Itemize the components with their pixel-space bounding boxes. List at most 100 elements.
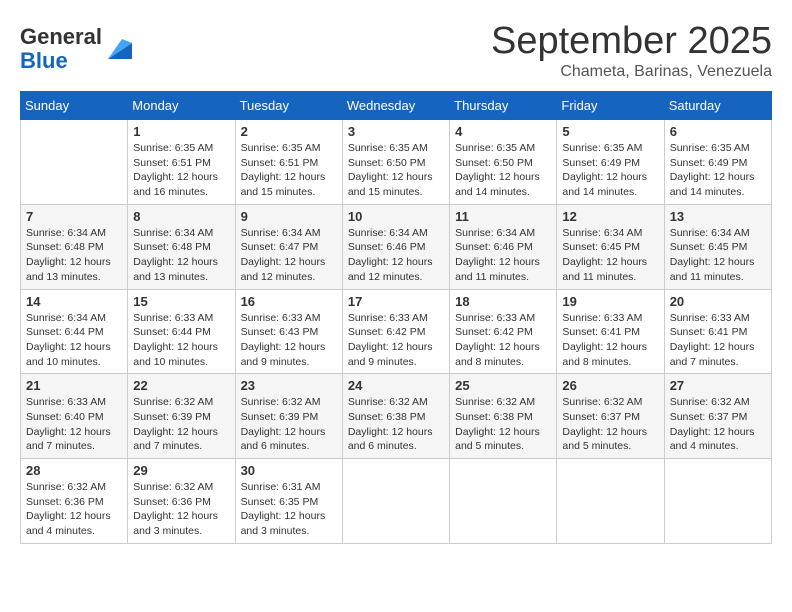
cell-info: Sunrise: 6:34 AMSunset: 6:45 PMDaylight:… xyxy=(670,226,766,285)
weekday-header-thursday: Thursday xyxy=(450,92,557,120)
cell-info: Sunrise: 6:33 AMSunset: 6:42 PMDaylight:… xyxy=(348,311,444,370)
logo-general-text: General xyxy=(20,24,102,49)
calendar-cell: 30 Sunrise: 6:31 AMSunset: 6:35 PMDayligh… xyxy=(235,459,342,544)
day-number: 23 xyxy=(241,378,337,393)
calendar-cell: 11Sunrise: 6:34 AMSunset: 6:46 PMDayligh… xyxy=(450,204,557,289)
calendar-cell: 22 Sunrise: 6:32 AMSunset: 6:39 PMDayligh… xyxy=(128,374,235,459)
cell-info: Sunrise: 6:32 AMSunset: 6:38 PMDaylight:… xyxy=(455,395,551,454)
day-number: 15 xyxy=(133,294,229,309)
weekday-header-wednesday: Wednesday xyxy=(342,92,449,120)
cell-info: Sunrise: 6:32 AMSunset: 6:39 PMDaylight:… xyxy=(241,395,337,454)
calendar-cell xyxy=(664,459,771,544)
cell-info: Sunrise: 6:32 AMSunset: 6:39 PMDaylight:… xyxy=(133,395,229,454)
calendar-cell: 17Sunrise: 6:33 AMSunset: 6:42 PMDayligh… xyxy=(342,289,449,374)
day-number: 1 xyxy=(133,124,229,139)
day-number: 28 xyxy=(26,463,122,478)
cell-info: Sunrise: 6:33 AMSunset: 6:42 PMDaylight:… xyxy=(455,311,551,370)
calendar-cell: 3 Sunrise: 6:35 AMSunset: 6:50 PMDaylight… xyxy=(342,120,449,205)
cell-info: Sunrise: 6:33 AMSunset: 6:40 PMDaylight:… xyxy=(26,395,122,454)
calendar-cell: 12 Sunrise: 6:34 AMSunset: 6:45 PMDayligh… xyxy=(557,204,664,289)
page-header: General Blue September 2025 Chameta, Bar… xyxy=(20,20,772,81)
logo: General Blue xyxy=(20,25,132,73)
day-number: 19 xyxy=(562,294,658,309)
calendar-week-row: 7 Sunrise: 6:34 AMSunset: 6:48 PMDaylight… xyxy=(21,204,772,289)
day-number: 25 xyxy=(455,378,551,393)
weekday-header-tuesday: Tuesday xyxy=(235,92,342,120)
cell-info: Sunrise: 6:32 AMSunset: 6:36 PMDaylight:… xyxy=(133,480,229,539)
day-number: 9 xyxy=(241,209,337,224)
calendar-cell: 10 Sunrise: 6:34 AMSunset: 6:46 PMDayligh… xyxy=(342,204,449,289)
calendar-cell: 8 Sunrise: 6:34 AMSunset: 6:48 PMDaylight… xyxy=(128,204,235,289)
day-number: 4 xyxy=(455,124,551,139)
calendar-cell: 5Sunrise: 6:35 AMSunset: 6:49 PMDaylight… xyxy=(557,120,664,205)
day-number: 16 xyxy=(241,294,337,309)
calendar-cell: 28 Sunrise: 6:32 AMSunset: 6:36 PMDayligh… xyxy=(21,459,128,544)
calendar-cell: 18 Sunrise: 6:33 AMSunset: 6:42 PMDayligh… xyxy=(450,289,557,374)
cell-info: Sunrise: 6:31 AMSunset: 6:35 PMDaylight:… xyxy=(241,480,337,539)
calendar-cell: 9 Sunrise: 6:34 AMSunset: 6:47 PMDaylight… xyxy=(235,204,342,289)
calendar-header-row: SundayMondayTuesdayWednesdayThursdayFrid… xyxy=(21,92,772,120)
day-number: 10 xyxy=(348,209,444,224)
day-number: 27 xyxy=(670,378,766,393)
calendar-cell: 15 Sunrise: 6:33 AMSunset: 6:44 PMDayligh… xyxy=(128,289,235,374)
month-title: September 2025 xyxy=(491,20,772,63)
day-number: 12 xyxy=(562,209,658,224)
cell-info: Sunrise: 6:35 AMSunset: 6:51 PMDaylight:… xyxy=(241,141,337,200)
day-number: 30 xyxy=(241,463,337,478)
logo-icon xyxy=(104,35,132,63)
cell-info: Sunrise: 6:32 AMSunset: 6:37 PMDaylight:… xyxy=(670,395,766,454)
cell-info: Sunrise: 6:32 AMSunset: 6:38 PMDaylight:… xyxy=(348,395,444,454)
calendar-cell xyxy=(21,120,128,205)
title-block: September 2025 Chameta, Barinas, Venezue… xyxy=(491,20,772,81)
day-number: 26 xyxy=(562,378,658,393)
cell-info: Sunrise: 6:34 AMSunset: 6:47 PMDaylight:… xyxy=(241,226,337,285)
weekday-header-friday: Friday xyxy=(557,92,664,120)
cell-info: Sunrise: 6:35 AMSunset: 6:51 PMDaylight:… xyxy=(133,141,229,200)
day-number: 11 xyxy=(455,209,551,224)
calendar-cell: 1 Sunrise: 6:35 AMSunset: 6:51 PMDaylight… xyxy=(128,120,235,205)
day-number: 2 xyxy=(241,124,337,139)
day-number: 29 xyxy=(133,463,229,478)
calendar-cell: 14 Sunrise: 6:34 AMSunset: 6:44 PMDayligh… xyxy=(21,289,128,374)
calendar-week-row: 28 Sunrise: 6:32 AMSunset: 6:36 PMDayligh… xyxy=(21,459,772,544)
weekday-header-monday: Monday xyxy=(128,92,235,120)
calendar-week-row: 21Sunrise: 6:33 AMSunset: 6:40 PMDayligh… xyxy=(21,374,772,459)
cell-info: Sunrise: 6:33 AMSunset: 6:43 PMDaylight:… xyxy=(241,311,337,370)
calendar-cell: 25 Sunrise: 6:32 AMSunset: 6:38 PMDayligh… xyxy=(450,374,557,459)
cell-info: Sunrise: 6:35 AMSunset: 6:50 PMDaylight:… xyxy=(455,141,551,200)
day-number: 18 xyxy=(455,294,551,309)
calendar-week-row: 14 Sunrise: 6:34 AMSunset: 6:44 PMDayligh… xyxy=(21,289,772,374)
cell-info: Sunrise: 6:33 AMSunset: 6:41 PMDaylight:… xyxy=(562,311,658,370)
location-text: Chameta, Barinas, Venezuela xyxy=(491,63,772,81)
calendar-cell: 19 Sunrise: 6:33 AMSunset: 6:41 PMDayligh… xyxy=(557,289,664,374)
cell-info: Sunrise: 6:32 AMSunset: 6:36 PMDaylight:… xyxy=(26,480,122,539)
cell-info: Sunrise: 6:35 AMSunset: 6:49 PMDaylight:… xyxy=(670,141,766,200)
cell-info: Sunrise: 6:34 AMSunset: 6:45 PMDaylight:… xyxy=(562,226,658,285)
calendar-cell: 29 Sunrise: 6:32 AMSunset: 6:36 PMDayligh… xyxy=(128,459,235,544)
weekday-header-sunday: Sunday xyxy=(21,92,128,120)
cell-info: Sunrise: 6:34 AMSunset: 6:46 PMDaylight:… xyxy=(348,226,444,285)
calendar-cell: 16 Sunrise: 6:33 AMSunset: 6:43 PMDayligh… xyxy=(235,289,342,374)
cell-info: Sunrise: 6:33 AMSunset: 6:41 PMDaylight:… xyxy=(670,311,766,370)
cell-info: Sunrise: 6:35 AMSunset: 6:50 PMDaylight:… xyxy=(348,141,444,200)
cell-info: Sunrise: 6:34 AMSunset: 6:44 PMDaylight:… xyxy=(26,311,122,370)
logo-blue-text: Blue xyxy=(20,48,68,73)
cell-info: Sunrise: 6:34 AMSunset: 6:48 PMDaylight:… xyxy=(26,226,122,285)
cell-info: Sunrise: 6:33 AMSunset: 6:44 PMDaylight:… xyxy=(133,311,229,370)
day-number: 7 xyxy=(26,209,122,224)
calendar-cell: 2 Sunrise: 6:35 AMSunset: 6:51 PMDaylight… xyxy=(235,120,342,205)
day-number: 3 xyxy=(348,124,444,139)
weekday-header-saturday: Saturday xyxy=(664,92,771,120)
day-number: 14 xyxy=(26,294,122,309)
calendar-cell: 20 Sunrise: 6:33 AMSunset: 6:41 PMDayligh… xyxy=(664,289,771,374)
calendar-cell: 21Sunrise: 6:33 AMSunset: 6:40 PMDayligh… xyxy=(21,374,128,459)
calendar-week-row: 1 Sunrise: 6:35 AMSunset: 6:51 PMDaylight… xyxy=(21,120,772,205)
calendar-cell: 26Sunrise: 6:32 AMSunset: 6:37 PMDayligh… xyxy=(557,374,664,459)
calendar-cell: 23 Sunrise: 6:32 AMSunset: 6:39 PMDayligh… xyxy=(235,374,342,459)
day-number: 6 xyxy=(670,124,766,139)
cell-info: Sunrise: 6:34 AMSunset: 6:48 PMDaylight:… xyxy=(133,226,229,285)
day-number: 22 xyxy=(133,378,229,393)
day-number: 8 xyxy=(133,209,229,224)
day-number: 20 xyxy=(670,294,766,309)
calendar-cell: 4 Sunrise: 6:35 AMSunset: 6:50 PMDaylight… xyxy=(450,120,557,205)
